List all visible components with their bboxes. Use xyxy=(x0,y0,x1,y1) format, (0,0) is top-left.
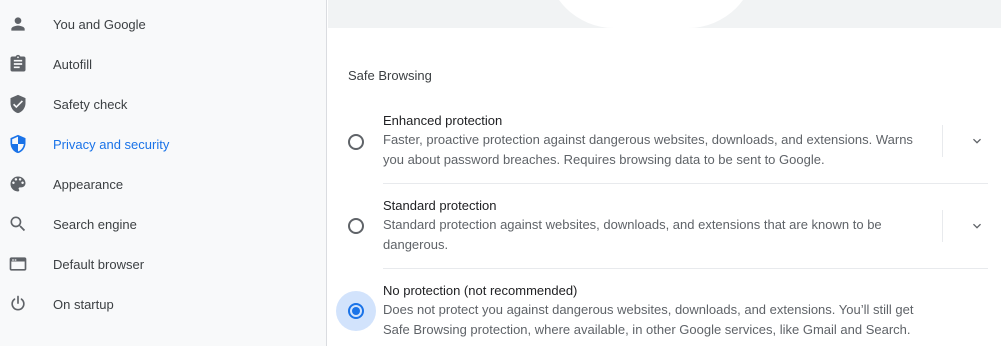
option-title: Enhanced protection xyxy=(383,113,503,128)
divider xyxy=(383,268,988,269)
palette-icon xyxy=(8,174,28,194)
settings-main: Safe Browsing Enhanced protection Faster… xyxy=(328,0,1001,346)
sidebar-item-label: You and Google xyxy=(53,16,146,32)
sidebar-item-label: Default browser xyxy=(53,256,145,272)
top-strip xyxy=(328,0,1001,28)
sidebar-item-default-browser[interactable]: Default browser xyxy=(0,244,326,284)
sidebar-item-label: Autofill xyxy=(53,56,93,72)
top-decoration xyxy=(546,0,756,28)
sidebar-item-label: Safety check xyxy=(53,96,128,112)
chevron-down-icon[interactable] xyxy=(969,218,985,234)
sidebar-item-label: Privacy and security xyxy=(53,136,170,152)
search-icon xyxy=(8,214,28,234)
option-description: Standard protection against websites, do… xyxy=(383,217,882,252)
clipboard-icon xyxy=(8,54,28,74)
settings-sidebar: You and Google Autofill Safety check Pri… xyxy=(0,0,327,346)
person-icon xyxy=(8,14,28,34)
browser-icon xyxy=(8,254,28,274)
option-description: Does not protect you against dangerous w… xyxy=(383,302,914,337)
sidebar-item-autofill[interactable]: Autofill xyxy=(0,44,326,84)
radio-no-protection[interactable] xyxy=(348,303,364,319)
shield-half-icon xyxy=(8,134,28,154)
divider xyxy=(383,183,988,184)
sidebar-item-label: Search engine xyxy=(53,216,137,232)
option-title: No protection (not recommended) xyxy=(383,283,578,298)
vertical-divider xyxy=(942,210,943,242)
radio-enhanced-protection[interactable] xyxy=(348,134,364,150)
option-title: Standard protection xyxy=(383,198,497,213)
sidebar-item-search-engine[interactable]: Search engine xyxy=(0,204,326,244)
sidebar-item-label: On startup xyxy=(53,296,114,312)
sidebar-item-safety-check[interactable]: Safety check xyxy=(0,84,326,124)
section-title: Safe Browsing xyxy=(348,68,432,83)
sidebar-item-label: Appearance xyxy=(53,176,124,192)
vertical-divider xyxy=(942,125,943,157)
sidebar-item-on-startup[interactable]: On startup xyxy=(0,284,326,324)
sidebar-item-you-and-google[interactable]: You and Google xyxy=(0,4,326,44)
radio-standard-protection[interactable] xyxy=(348,218,364,234)
power-icon xyxy=(8,294,28,314)
sidebar-item-privacy-and-security[interactable]: Privacy and security xyxy=(0,124,326,164)
chevron-down-icon[interactable] xyxy=(969,133,985,149)
shield-check-icon xyxy=(8,94,28,114)
sidebar-item-appearance[interactable]: Appearance xyxy=(0,164,326,204)
option-description: Faster, proactive protection against dan… xyxy=(383,132,913,167)
